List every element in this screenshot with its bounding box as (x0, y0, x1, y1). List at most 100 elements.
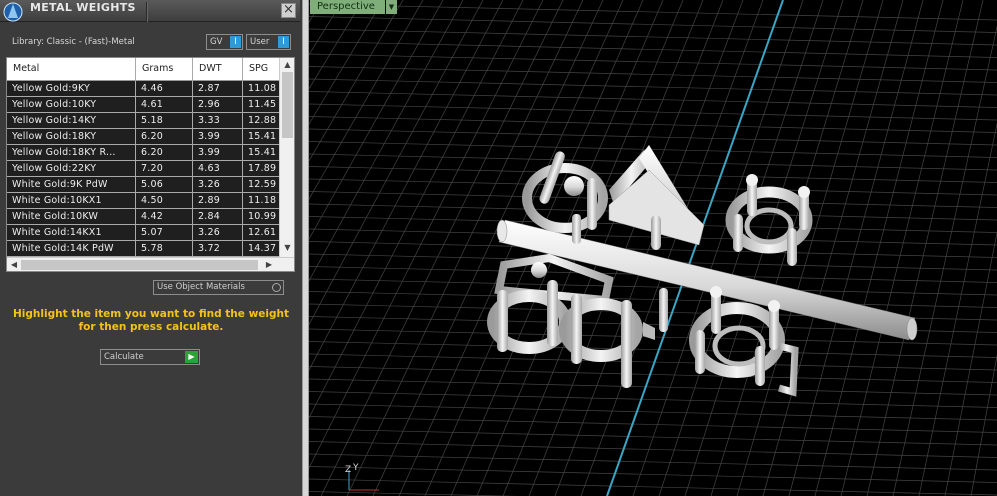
cell-dwt: 3.99 (193, 129, 243, 144)
use-object-materials-label: Use Object Materials (157, 282, 245, 292)
cell-grams: 5.07 (136, 225, 193, 240)
cell-metal: Yellow Gold:14KY (7, 113, 136, 128)
cell-metal: Yellow Gold:9KY (7, 81, 136, 96)
library-label: Library: Classic - (Fast)-Metal (12, 37, 135, 47)
axis-gizmo: Z Y (345, 463, 379, 491)
toggle-knob-icon: I (278, 36, 289, 48)
use-object-materials-option[interactable]: Use Object Materials (153, 280, 284, 295)
cell-metal: White Gold:14K PdW (7, 241, 136, 256)
cell-dwt: 2.96 (193, 97, 243, 112)
cell-grams: 5.78 (136, 241, 193, 256)
cell-metal: White Gold:10KW (7, 209, 136, 224)
table-row[interactable]: Yellow Gold:14KY 5.18 3.33 12.88 (7, 113, 279, 129)
chevron-down-icon[interactable]: ▼ (386, 0, 397, 14)
play-icon: ▶ (185, 351, 198, 363)
instruction-line-1: Highlight the item you want to find the … (13, 308, 289, 320)
cell-spg: 12.59 (248, 179, 277, 190)
scroll-down-icon[interactable]: ▼ (280, 242, 295, 254)
cell-spg: 11.18 (248, 195, 277, 206)
cell-spg: 11.45 (248, 99, 277, 110)
perspective-viewport[interactable]: Z Y Perspective ▼ (309, 0, 997, 496)
setting-part-lower-left (487, 253, 668, 388)
panel-splitter[interactable] (302, 0, 309, 496)
view-mode-tab[interactable]: Perspective (310, 0, 385, 14)
cell-grams: 7.20 (136, 161, 193, 176)
panel-title: METAL WEIGHTS (30, 1, 136, 14)
cell-dwt: 3.72 (193, 241, 243, 256)
calculate-button[interactable]: Calculate ▶ (100, 349, 200, 365)
horizontal-scroll-thumb[interactable] (21, 260, 258, 270)
cell-dwt: 3.26 (193, 225, 243, 240)
column-header-metal[interactable]: Metal (7, 58, 136, 80)
table-header: Metal Grams DWT SPG (7, 58, 279, 81)
cell-dwt: 2.89 (193, 193, 243, 208)
horizontal-scrollbar[interactable]: ◀ ▶ (7, 257, 294, 271)
cell-metal: White Gold:9K PdW (7, 177, 136, 192)
table-row[interactable]: Yellow Gold:18KY 6.20 3.99 15.41 (7, 129, 279, 145)
table-row[interactable]: Yellow Gold:9KY 4.46 2.87 11.08 (7, 81, 279, 97)
cell-dwt: 2.84 (193, 209, 243, 224)
cell-dwt: 3.26 (193, 177, 243, 192)
cell-metal: White Gold:14KX1 (7, 225, 136, 240)
cell-grams: 4.61 (136, 97, 193, 112)
cell-spg: 12.61 (248, 227, 277, 238)
table-row[interactable]: White Gold:9K PdW 5.06 3.26 12.59 (7, 177, 279, 193)
cell-spg: 12.88 (248, 115, 277, 126)
table-row[interactable]: Yellow Gold:22KY 7.20 4.63 17.89 (7, 161, 279, 177)
cell-metal: Yellow Gold:18KY R... (7, 145, 136, 160)
toggle-knob-icon: I (230, 36, 241, 48)
cell-grams: 6.20 (136, 129, 193, 144)
cell-dwt: 2.87 (193, 81, 243, 96)
cell-grams: 4.42 (136, 209, 193, 224)
instruction-text: Highlight the item you want to find the … (10, 308, 292, 334)
cell-spg: 10.99 (248, 211, 277, 222)
cell-metal: Yellow Gold:22KY (7, 161, 136, 176)
table-row[interactable]: Yellow Gold:18KY R... 6.20 3.99 15.41 (7, 145, 279, 161)
instruction-line-2: for then press calculate. (78, 321, 224, 333)
panel-titlebar: METAL WEIGHTS × (0, 0, 300, 22)
axis-y-label: Y (352, 463, 359, 473)
column-header-grams[interactable]: Grams (136, 58, 193, 80)
cell-grams: 5.06 (136, 177, 193, 192)
metal-weights-panel: METAL WEIGHTS × Library: Classic - (Fast… (0, 0, 302, 496)
table-row[interactable]: White Gold:10KX1 4.50 2.89 11.18 (7, 193, 279, 209)
cell-spg: 14.37 (248, 243, 277, 254)
cell-grams: 4.50 (136, 193, 193, 208)
gv-toggle[interactable]: GV I (206, 34, 243, 50)
user-toggle-label: User (250, 37, 270, 47)
cell-dwt: 3.33 (193, 113, 243, 128)
cell-spg: 17.89 (248, 163, 277, 174)
table-body: Yellow Gold:9KY 4.46 2.87 11.08 Yellow Gold:… (7, 81, 279, 257)
table-row[interactable]: White Gold:14KX1 5.07 3.26 12.61 (7, 225, 279, 241)
cell-metal: Yellow Gold:18KY (7, 129, 136, 144)
axis-z-label: Z (345, 465, 351, 475)
gemvision-logo-icon (3, 2, 23, 22)
column-header-dwt[interactable]: DWT (193, 58, 243, 80)
vertical-scroll-thumb[interactable] (282, 72, 293, 138)
ring-tree-model[interactable] (487, 145, 918, 397)
title-separator (146, 2, 148, 22)
scroll-left-icon[interactable]: ◀ (8, 258, 20, 272)
column-header-spg[interactable]: SPG (243, 58, 279, 80)
close-icon[interactable]: × (281, 3, 296, 18)
user-toggle[interactable]: User I (246, 34, 291, 50)
table-row[interactable]: White Gold:14K PdW 5.78 3.72 14.37 (7, 241, 279, 257)
cell-metal: White Gold:10KX1 (7, 193, 136, 208)
cell-grams: 4.46 (136, 81, 193, 96)
cell-spg: 15.41 (248, 147, 277, 158)
cell-metal: Yellow Gold:10KY (7, 97, 136, 112)
calculate-label: Calculate (104, 352, 144, 362)
table-row[interactable]: White Gold:10KW 4.42 2.84 10.99 (7, 209, 279, 225)
scroll-up-icon[interactable]: ▲ (280, 59, 295, 71)
gv-toggle-label: GV (210, 37, 223, 47)
table-row[interactable]: Yellow Gold:10KY 4.61 2.96 11.45 (7, 97, 279, 113)
scroll-right-icon[interactable]: ▶ (263, 258, 275, 272)
vertical-scrollbar[interactable]: ▲ ▼ (279, 58, 294, 257)
cell-grams: 5.18 (136, 113, 193, 128)
cell-dwt: 3.99 (193, 145, 243, 160)
cell-grams: 6.20 (136, 145, 193, 160)
viewport-canvas[interactable]: Z Y (309, 0, 997, 496)
radio-icon[interactable] (272, 283, 281, 292)
cell-spg: 11.08 (248, 83, 277, 94)
metal-table: Metal Grams DWT SPG Yellow Gold:9KY 4.46 2… (6, 57, 295, 272)
